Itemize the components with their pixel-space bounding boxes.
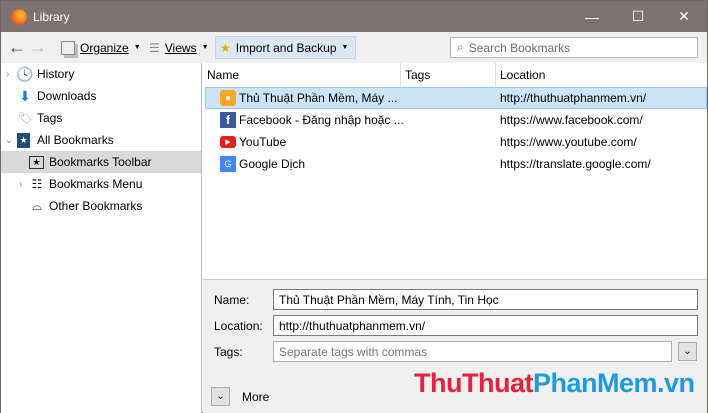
back-arrow-icon: ← <box>8 37 26 57</box>
column-header-name[interactable]: Name <box>203 63 401 87</box>
sidebar-item-label: Bookmarks Menu <box>49 177 143 191</box>
lightbulb-favicon-icon: ● <box>220 90 236 106</box>
watermark-part2: PhanMem <box>532 368 658 398</box>
views-button[interactable]: ☰ Views ▼ <box>145 36 213 59</box>
sidebar-item-label: All Bookmarks <box>37 133 114 147</box>
sidebar-item-bookmarks-toolbar[interactable]: ★ Bookmarks Toolbar <box>1 151 201 173</box>
maximize-button[interactable]: ☐ <box>615 1 661 32</box>
google-translate-favicon-icon: G <box>220 156 236 172</box>
more-label[interactable]: More <box>242 390 269 404</box>
title-bar: Library — ☐ ✕ <box>1 1 707 32</box>
organize-label: Organize <box>80 40 129 55</box>
forward-button[interactable]: → <box>25 36 51 59</box>
expand-chevron-icon[interactable]: › <box>19 179 22 190</box>
sidebar-item-label: Downloads <box>37 89 97 103</box>
facebook-favicon-icon: f <box>220 112 236 128</box>
bookmarks-icon: ★ <box>17 132 30 148</box>
more-toggle-button[interactable]: ⌄ <box>211 387 230 406</box>
table-row[interactable]: f Facebook - Đăng nhập hoặc ... https://… <box>205 109 707 131</box>
column-header-tags[interactable]: Tags <box>401 63 496 87</box>
watermark-logo: ThuThuatPhanMem.vn <box>414 368 695 399</box>
sidebar-tree: › 🕓 History ⬇ Downloads 🏷 Tags ⌄ ★ All Bookmar… <box>1 63 202 413</box>
minimize-button[interactable]: — <box>569 1 615 32</box>
chevron-down-icon: ⌄ <box>683 346 692 357</box>
row-location: https://www.youtube.com/ <box>500 135 637 149</box>
expand-chevron-icon[interactable]: › <box>6 69 9 80</box>
watermark-part1: ThuThuat <box>414 368 533 398</box>
clock-icon: 🕓 <box>16 65 34 82</box>
sidebar-item-all-bookmarks[interactable]: ⌄ ★ All Bookmarks <box>1 129 201 151</box>
row-name: Facebook - Đăng nhập hoặc ... <box>239 113 404 127</box>
window-title: Library <box>33 10 70 24</box>
firefox-logo-icon <box>11 9 27 25</box>
sidebar-item-other-bookmarks[interactable]: ⌓ Other Bookmarks <box>1 195 201 217</box>
caret-down-icon: ▼ <box>133 44 141 51</box>
menu-list-icon: ☷ <box>31 177 43 191</box>
sidebar-item-bookmarks-menu[interactable]: › ☷ Bookmarks Menu <box>1 173 201 195</box>
search-icon: ⌕ <box>457 40 464 54</box>
location-label: Location: <box>214 319 263 333</box>
name-label: Name: <box>214 293 250 307</box>
tags-label: Tags: <box>214 345 243 359</box>
organize-icon <box>61 40 75 55</box>
views-label: Views <box>164 40 197 55</box>
library-window: Library — ☐ ✕ ← → Organize ▼ ☰ Views ▼ ★ Imp… <box>0 0 708 413</box>
row-name: YouTube <box>239 135 287 149</box>
views-list-icon: ☰ <box>149 40 160 55</box>
row-location: https://translate.google.com/ <box>500 157 651 171</box>
row-location: http://thuthuatphanmem.vn/ <box>500 91 647 105</box>
youtube-favicon-icon: ▶ <box>220 136 236 148</box>
close-button[interactable]: ✕ <box>661 1 707 32</box>
collapse-chevron-icon[interactable]: ⌄ <box>5 135 13 146</box>
chevron-down-icon: ⌄ <box>216 391 225 402</box>
organize-button[interactable]: Organize ▼ <box>57 36 145 59</box>
name-field[interactable]: Thủ Thuật Phần Mềm, Máy Tính, Tin Học <box>273 289 698 310</box>
row-location: https://www.facebook.com/ <box>500 113 643 127</box>
sidebar-item-downloads[interactable]: ⬇ Downloads <box>1 85 201 107</box>
table-row[interactable]: ● Thủ Thuật Phần Mềm, Máy ... http://thu… <box>205 87 707 109</box>
download-arrow-icon: ⬇ <box>19 87 31 104</box>
sidebar-item-label: Bookmarks Toolbar <box>49 155 152 169</box>
tag-icon: 🏷 <box>17 111 33 125</box>
tray-icon: ⌓ <box>32 198 42 213</box>
caret-down-icon: ▼ <box>341 44 349 51</box>
search-input[interactable]: ⌕ Search Bookmarks <box>450 37 698 58</box>
star-folder-icon: ★ <box>29 155 44 169</box>
search-placeholder: Search Bookmarks <box>468 40 571 55</box>
row-name: Thủ Thuật Phần Mềm, Máy ... <box>239 91 398 105</box>
sidebar-item-label: History <box>37 67 75 81</box>
watermark-part3: .vn <box>657 368 695 398</box>
bookmarks-list: Name Tags Location ● Thủ Thuật Phần Mềm,… <box>203 63 707 279</box>
toolbar: ← → Organize ▼ ☰ Views ▼ ★ Import and Backup… <box>1 32 707 63</box>
location-field[interactable]: http://thuthuatphanmem.vn/ <box>273 315 698 336</box>
sidebar-item-tags[interactable]: 🏷 Tags <box>1 107 201 129</box>
sidebar-item-label: Tags <box>37 111 63 125</box>
forward-arrow-icon: → <box>29 37 47 57</box>
tags-field[interactable]: Separate tags with commas <box>273 341 672 362</box>
caret-down-icon: ▼ <box>201 44 209 51</box>
table-row[interactable]: ▶ YouTube https://www.youtube.com/ <box>205 131 707 153</box>
column-header-location[interactable]: Location <box>496 63 707 87</box>
import-backup-label: Import and Backup <box>235 40 337 55</box>
sidebar-item-history[interactable]: › 🕓 History <box>1 63 201 85</box>
import-backup-button[interactable]: ★ Import and Backup ▼ <box>215 36 356 59</box>
import-star-icon: ★ <box>220 40 231 55</box>
row-name: Google Dịch <box>239 157 306 171</box>
tags-dropdown-button[interactable]: ⌄ <box>678 342 697 361</box>
sidebar-item-label: Other Bookmarks <box>49 199 143 213</box>
table-row[interactable]: G Google Dịch https://translate.google.c… <box>205 153 707 175</box>
